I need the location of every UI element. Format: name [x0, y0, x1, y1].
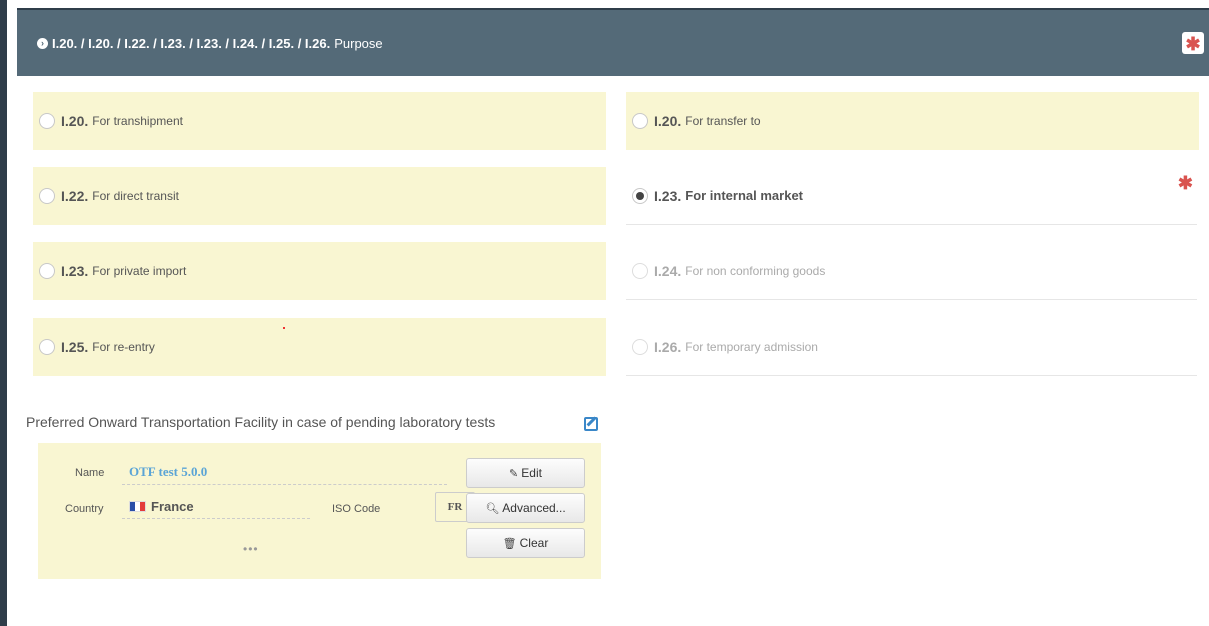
- radio-button[interactable]: [632, 262, 648, 279]
- option-transfer-to[interactable]: I.20. For transfer to: [626, 92, 1199, 150]
- option-label: For non conforming goods: [685, 263, 826, 278]
- france-flag-icon: [129, 501, 146, 512]
- radio-button[interactable]: [39, 339, 55, 355]
- radio-button[interactable]: [632, 338, 648, 355]
- radio-button[interactable]: [632, 113, 648, 129]
- section-header-purpose[interactable]: › I.20. / I.20. / I.22. / I.23. / I.23. …: [17, 8, 1209, 76]
- app-top-edge: [7, 0, 1209, 7]
- country-label: Country: [65, 503, 104, 515]
- advanced-search-button[interactable]: 🔍︎ Advanced...: [466, 493, 585, 523]
- radio-button[interactable]: [39, 188, 55, 204]
- option-temporary-admission[interactable]: I.26. For temporary admission: [626, 318, 1197, 376]
- more-options-icon[interactable]: •••: [243, 542, 259, 556]
- edit-icon[interactable]: [584, 417, 598, 431]
- option-direct-transit[interactable]: I.22. For direct transit: [33, 167, 606, 225]
- option-label: For re-entry: [92, 340, 155, 354]
- option-code: I.22.: [61, 188, 89, 204]
- option-re-entry[interactable]: I.25. For re-entry: [33, 318, 606, 376]
- option-transhipment[interactable]: I.20. For transhipment: [33, 92, 606, 150]
- radio-button[interactable]: [39, 113, 55, 129]
- option-code: I.20.: [61, 113, 89, 129]
- chevron-right-icon: ›: [37, 37, 48, 49]
- option-label: For temporary admission: [685, 339, 818, 354]
- trash-icon: 🗑︎: [502, 537, 517, 550]
- option-label: For direct transit: [92, 189, 179, 203]
- edit-button-label: Edit: [521, 466, 542, 480]
- option-code: I.24.: [654, 262, 682, 279]
- option-label: For internal market: [685, 188, 804, 203]
- clear-button[interactable]: 🗑︎ Clear: [466, 528, 585, 558]
- country-value: France: [122, 499, 310, 519]
- option-internal-market[interactable]: I.23. For internal market ✱: [626, 167, 1197, 225]
- otf-name-value[interactable]: OTF test 5.0.0: [122, 464, 447, 485]
- clear-button-label: Clear: [519, 536, 549, 550]
- radio-button-selected[interactable]: [632, 187, 648, 204]
- iso-code-label: ISO Code: [332, 503, 381, 515]
- option-code: I.25.: [61, 339, 89, 355]
- required-asterisk-icon: ✱: [1182, 32, 1204, 54]
- edit-icon: ✎: [509, 467, 519, 480]
- option-label: For private import: [92, 264, 187, 278]
- otf-section-title: Preferred Onward Transportation Facility…: [26, 414, 496, 430]
- otf-details-box: Name OTF test 5.0.0 Country France ISO C…: [38, 443, 601, 579]
- option-label: For transhipment: [92, 114, 183, 128]
- option-code: I.23.: [61, 263, 89, 279]
- search-icon: 🔍︎: [485, 502, 500, 515]
- name-label: Name: [75, 467, 105, 479]
- advanced-button-label: Advanced...: [502, 501, 566, 515]
- edit-button[interactable]: ✎ Edit: [466, 458, 585, 488]
- option-code: I.26.: [654, 338, 682, 355]
- option-code: I.20.: [654, 113, 682, 129]
- section-title: Purpose: [334, 35, 383, 51]
- option-code: I.23.: [654, 187, 682, 204]
- option-non-conforming-goods[interactable]: I.24. For non conforming goods: [626, 242, 1197, 300]
- app-left-edge: [0, 0, 7, 626]
- option-private-import[interactable]: I.23. For private import: [33, 242, 606, 300]
- radio-button[interactable]: [39, 263, 55, 279]
- country-name: France: [151, 499, 194, 514]
- option-label: For transfer to: [685, 114, 761, 128]
- section-codes: I.20. / I.20. / I.22. / I.23. / I.23. / …: [52, 35, 331, 51]
- stray-mark: [283, 327, 285, 329]
- required-asterisk-icon: ✱: [1177, 173, 1193, 193]
